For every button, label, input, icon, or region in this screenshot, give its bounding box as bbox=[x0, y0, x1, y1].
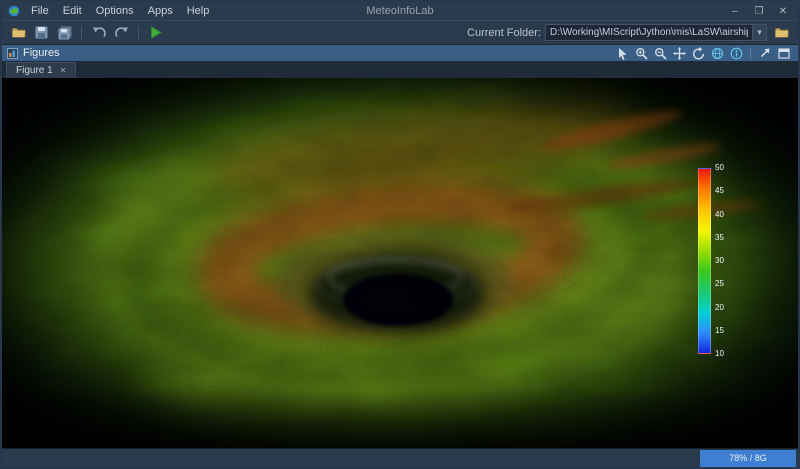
statusbar: 78% / 8G bbox=[2, 448, 798, 467]
titlebar: MeteoInfoLab File Edit Options Apps Help… bbox=[2, 2, 798, 20]
colorbar-tick: 10 bbox=[715, 350, 724, 358]
identify-info-icon bbox=[730, 47, 743, 60]
zoom-out-icon bbox=[654, 47, 667, 60]
dock-panel-button[interactable] bbox=[775, 46, 793, 61]
figure-tab-bar: Figure 1 ✕ bbox=[2, 61, 798, 78]
minimize-button[interactable]: – bbox=[724, 3, 746, 19]
tab-close-icon[interactable]: ✕ bbox=[60, 67, 67, 75]
window-controls: – ❒ ✕ bbox=[724, 3, 794, 19]
select-arrow-button[interactable] bbox=[613, 46, 631, 61]
figure-toolbar-separator bbox=[750, 48, 751, 59]
current-folder-label: Current Folder: bbox=[467, 27, 541, 39]
menu-help[interactable]: Help bbox=[180, 2, 217, 20]
dock-panel-icon bbox=[778, 48, 790, 59]
meteoinfo-logo-icon bbox=[8, 5, 20, 17]
redo-icon bbox=[115, 26, 129, 39]
toolbar-separator bbox=[81, 26, 82, 40]
menu-options[interactable]: Options bbox=[89, 2, 141, 20]
save-button[interactable] bbox=[31, 23, 52, 42]
run-icon bbox=[150, 26, 162, 39]
zoom-out-button[interactable] bbox=[651, 46, 669, 61]
figures-panel-title: Figures bbox=[23, 47, 60, 59]
app-window: MeteoInfoLab File Edit Options Apps Help… bbox=[0, 0, 800, 469]
current-folder-zone: Current Folder: ▼ bbox=[467, 23, 792, 42]
browse-folder-icon bbox=[775, 27, 789, 38]
figures-panel-icon bbox=[7, 48, 18, 59]
save-all-button[interactable] bbox=[54, 23, 75, 42]
chevron-down-icon[interactable]: ▼ bbox=[753, 24, 767, 41]
colorbar: 50 45 40 35 30 25 20 15 10 bbox=[698, 168, 734, 354]
browse-folder-button[interactable] bbox=[771, 23, 792, 42]
figures-panel-header: Figures bbox=[2, 44, 798, 61]
float-panel-button[interactable] bbox=[756, 46, 774, 61]
tab-label: Figure 1 bbox=[16, 65, 53, 76]
tab-figure-1[interactable]: Figure 1 ✕ bbox=[6, 62, 76, 78]
colorbar-tick: 35 bbox=[715, 234, 724, 242]
figure-toolbar bbox=[613, 46, 793, 61]
close-button[interactable]: ✕ bbox=[772, 3, 794, 19]
zoom-in-button[interactable] bbox=[632, 46, 650, 61]
toolbar-separator bbox=[138, 26, 139, 40]
colorbar-tick: 30 bbox=[715, 257, 724, 265]
select-arrow-icon bbox=[616, 47, 629, 60]
figure-canvas[interactable]: 50 45 40 35 30 25 20 15 10 bbox=[2, 78, 798, 448]
pan-button[interactable] bbox=[670, 46, 688, 61]
open-folder-button[interactable] bbox=[8, 23, 29, 42]
redo-button[interactable] bbox=[111, 23, 132, 42]
menu-apps[interactable]: Apps bbox=[141, 2, 180, 20]
zoom-in-icon bbox=[635, 47, 648, 60]
menu-edit[interactable]: Edit bbox=[56, 2, 89, 20]
current-folder-input[interactable] bbox=[545, 24, 753, 41]
undo-icon bbox=[92, 26, 106, 39]
identify-button[interactable] bbox=[727, 46, 745, 61]
colorbar-tick: 45 bbox=[715, 187, 724, 195]
colorbar-gradient bbox=[698, 168, 711, 354]
menu-file[interactable]: File bbox=[24, 2, 56, 20]
colorbar-tick: 50 bbox=[715, 164, 724, 172]
rotate-button[interactable] bbox=[689, 46, 707, 61]
colorbar-tick: 40 bbox=[715, 211, 724, 219]
maximize-button[interactable]: ❒ bbox=[748, 3, 770, 19]
save-icon bbox=[35, 26, 48, 39]
pan-icon bbox=[673, 47, 686, 60]
run-script-button[interactable] bbox=[145, 23, 166, 42]
save-all-icon bbox=[58, 26, 72, 40]
colorbar-tick: 20 bbox=[715, 304, 724, 312]
open-folder-icon bbox=[12, 27, 26, 38]
full-extent-button[interactable] bbox=[708, 46, 726, 61]
colorbar-tick: 25 bbox=[715, 280, 724, 288]
memory-usage-indicator: 78% / 8G bbox=[700, 450, 796, 467]
full-extent-globe-icon bbox=[711, 47, 724, 60]
hurricane-volume-render bbox=[2, 78, 798, 448]
colorbar-tick: 15 bbox=[715, 327, 724, 335]
main-toolbar: Current Folder: ▼ bbox=[2, 20, 798, 44]
undo-button[interactable] bbox=[88, 23, 109, 42]
float-arrow-icon bbox=[759, 47, 771, 59]
rotate-icon bbox=[692, 47, 705, 60]
